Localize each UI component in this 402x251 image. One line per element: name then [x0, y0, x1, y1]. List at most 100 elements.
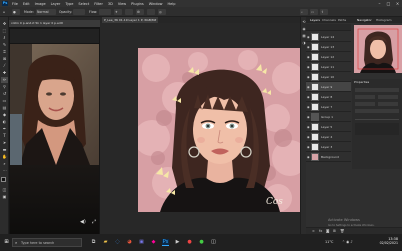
speaker-icon[interactable]: ◀)	[80, 219, 86, 225]
menu-3d[interactable]: 3D	[108, 2, 113, 6]
marquee-tool-icon[interactable]: ⬚	[1, 28, 8, 34]
properties-field[interactable]	[378, 102, 398, 106]
visibility-eye-icon[interactable]: ◉	[307, 85, 310, 89]
eraser-tool-icon[interactable]: ▭	[1, 98, 8, 104]
menu-view[interactable]: View	[118, 2, 126, 6]
media-player-icon[interactable]: ▶	[174, 239, 181, 246]
link-icon[interactable]: ∞	[312, 229, 315, 233]
properties-field[interactable]	[355, 109, 399, 113]
menu-type[interactable]: Type	[65, 2, 73, 6]
visibility-eye-icon[interactable]: ◉	[307, 45, 310, 49]
foreground-color-swatch[interactable]	[1, 177, 6, 182]
gradient-tool-icon[interactable]: ▤	[1, 105, 8, 111]
properties-field[interactable]	[355, 102, 375, 106]
layer-row-selected[interactable]: ◉ Layer 9	[306, 82, 351, 92]
menu-select[interactable]: Select	[78, 2, 89, 6]
layer-row[interactable]: ◉ Layer 4	[306, 132, 351, 142]
clock[interactable]: 13:38 02/02/2021	[372, 237, 398, 245]
edge-icon[interactable]: ◌	[114, 239, 121, 246]
menu-layer[interactable]: Layer	[51, 2, 61, 6]
home-icon[interactable]: ⌂	[2, 9, 9, 15]
chrome-icon[interactable]: ◕	[126, 239, 133, 246]
properties-field[interactable]	[355, 88, 399, 92]
menu-filter[interactable]: Filter	[94, 2, 103, 6]
weather-temperature[interactable]: 11°C	[325, 240, 333, 244]
layer-row[interactable]: ◉ Layer 10	[306, 72, 351, 82]
layer-row[interactable]: ◉ Layer 14	[306, 32, 351, 42]
move-tool-icon[interactable]: ✥	[1, 21, 8, 27]
brush-preset-picker[interactable]: ●	[12, 9, 20, 15]
reference-window-titlebar[interactable]: collin 0 p-and-it 5k 1 layer 0 p.edit	[9, 20, 100, 27]
system-tray-icons[interactable]: ⌃ ◉ ♪	[342, 240, 353, 244]
crop-tool-icon[interactable]: ⌗	[1, 49, 8, 55]
menu-window[interactable]: Window	[149, 2, 163, 6]
mode-select[interactable]: Normal	[36, 9, 56, 15]
path-select-tool-icon[interactable]: ➤	[1, 140, 8, 146]
search-icon[interactable]: ⌕	[300, 9, 308, 15]
app-icon[interactable]: ●	[198, 239, 205, 246]
layer-row[interactable]: ◉ Layer 5	[306, 122, 351, 132]
menu-help[interactable]: Help	[168, 2, 176, 6]
artwork-canvas[interactable]: Cos	[138, 48, 302, 212]
stamp-tool-icon[interactable]: ⚲	[1, 84, 8, 90]
flow-field[interactable]	[99, 9, 111, 15]
visibility-eye-icon[interactable]: ◉	[307, 135, 310, 139]
fullscreen-icon[interactable]: ⤢	[92, 219, 96, 225]
close-icon[interactable]: ×	[393, 0, 402, 7]
visibility-eye-icon[interactable]: ◉	[307, 75, 310, 79]
airbrush-icon[interactable]: ✈	[114, 9, 122, 15]
dodge-tool-icon[interactable]: ◐	[1, 119, 8, 125]
visibility-eye-icon[interactable]: ◉	[307, 155, 310, 159]
task-view-icon[interactable]: ⧉	[90, 239, 97, 246]
opacity-field[interactable]	[73, 9, 85, 15]
visibility-eye-icon[interactable]: ◉	[307, 35, 310, 39]
properties-field[interactable]	[378, 95, 398, 99]
visibility-eye-icon[interactable]: ◉	[307, 115, 310, 119]
hand-tool-icon[interactable]: ✋	[1, 154, 8, 160]
taskbar-search-box[interactable]: ⌕ Type here to search	[12, 238, 82, 247]
photoshop-taskbar-icon[interactable]: Ps	[162, 239, 169, 246]
workspace-icon[interactable]: ▭	[310, 9, 318, 15]
quick-select-tool-icon[interactable]: ✎	[1, 42, 8, 48]
app-icon[interactable]: ◆	[150, 239, 157, 246]
layer-row[interactable]: ◉ Group 1	[306, 112, 351, 122]
layer-filter-row[interactable]	[306, 24, 351, 31]
healing-tool-icon[interactable]: ✚	[1, 70, 8, 76]
share-icon[interactable]: ⇪	[320, 9, 328, 15]
quick-mask-icon[interactable]: ◫	[1, 187, 8, 193]
fx-icon[interactable]: fx	[319, 229, 322, 233]
app-icon[interactable]: ●	[186, 239, 193, 246]
menu-edit[interactable]: Edit	[23, 2, 30, 6]
lasso-tool-icon[interactable]: ℓ	[1, 35, 8, 41]
screen-mode-icon[interactable]: ▣	[1, 194, 8, 200]
layer-row[interactable]: ◉ Layer 3	[306, 142, 351, 152]
menu-file[interactable]: File	[12, 2, 18, 6]
app-icon[interactable]: ◫	[210, 239, 217, 246]
teams-icon[interactable]: ▣	[138, 239, 145, 246]
more-tools-icon[interactable]: ⋯	[1, 168, 8, 174]
tab-navigator[interactable]: Navigator	[355, 17, 374, 23]
file-explorer-icon[interactable]: ▰	[102, 239, 109, 246]
layer-row[interactable]: ◉ Layer 11	[306, 62, 351, 72]
layer-row[interactable]: ◉ Layer 8	[306, 92, 351, 102]
visibility-eye-icon[interactable]: ◉	[307, 65, 310, 69]
menu-plugins[interactable]: Plugins	[131, 2, 144, 6]
navigator-preview[interactable]	[354, 25, 402, 73]
pen-tool-icon[interactable]: ✒	[1, 126, 8, 132]
tab-paths[interactable]: Paths	[336, 17, 348, 23]
layer-row[interactable]: ◉ Layer 13	[306, 42, 351, 52]
brush-tool-icon[interactable]: ✏	[1, 77, 8, 83]
visibility-eye-icon[interactable]: ◉	[307, 105, 310, 109]
maximize-icon[interactable]: □	[384, 0, 393, 7]
blur-tool-icon[interactable]: ◆	[1, 112, 8, 118]
smoothing-field[interactable]	[125, 9, 133, 15]
frame-tool-icon[interactable]: ⊠	[1, 56, 8, 62]
visibility-eye-icon[interactable]: ◉	[307, 55, 310, 59]
visibility-eye-icon[interactable]: ◉	[307, 145, 310, 149]
type-tool-icon[interactable]: T	[1, 133, 8, 139]
minimize-icon[interactable]: –	[375, 0, 384, 7]
layer-row[interactable]: ◉ Layer 12	[306, 52, 351, 62]
tab-histogram[interactable]: Histogram	[374, 17, 394, 23]
shape-tool-icon[interactable]: ▬	[1, 147, 8, 153]
layer-row[interactable]: ◉ Background	[306, 152, 351, 162]
